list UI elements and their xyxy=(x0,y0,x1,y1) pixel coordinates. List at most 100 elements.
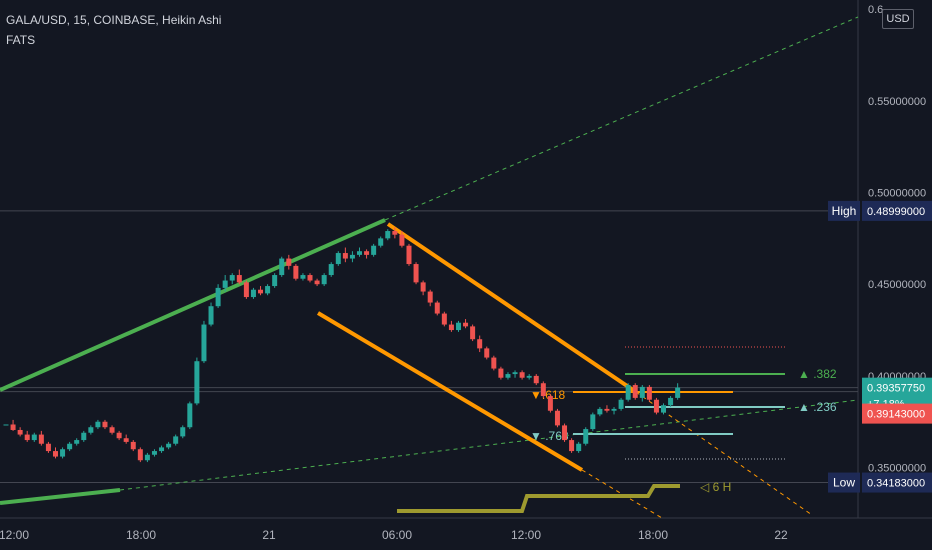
candle-0 xyxy=(3,424,9,426)
candle-body xyxy=(611,408,617,411)
candle-body xyxy=(81,432,87,441)
candle-body xyxy=(632,385,638,398)
candle-body xyxy=(470,326,476,340)
fib-label-618: ▼.618 xyxy=(530,388,566,402)
chart-window: 0.35000000 0.40000000 0.45000000 0.50000000… xyxy=(0,0,932,550)
sell-price-value: 0.39143000 xyxy=(867,409,925,421)
candle-70 xyxy=(498,366,504,380)
high-marker-value: 0.48999000 xyxy=(867,206,925,218)
candle-38 xyxy=(272,273,278,288)
candle-77 xyxy=(547,394,553,413)
y-tick-label-5: 0.6 xyxy=(868,4,883,16)
candle-41 xyxy=(293,264,299,281)
candle-68 xyxy=(484,346,490,360)
candle-92 xyxy=(653,397,659,415)
chart-title[interactable]: GALA/USD, 15, COINBASE, Heikin Ashi xyxy=(6,13,221,27)
x-tick-label-0: 12:00 xyxy=(0,528,29,542)
candle-body xyxy=(385,231,391,239)
candle-body xyxy=(144,454,150,461)
candle-body xyxy=(24,434,30,441)
candle-body xyxy=(413,264,419,283)
candle-body xyxy=(618,399,624,409)
currency-badge[interactable]: USD xyxy=(882,9,914,29)
candle-body xyxy=(3,424,9,426)
candle-body xyxy=(328,264,334,276)
candle-body xyxy=(95,421,101,428)
candle-body xyxy=(187,403,193,428)
candle-body xyxy=(357,251,362,255)
candle-body xyxy=(243,282,249,298)
candle-body xyxy=(448,324,454,331)
candle-body xyxy=(258,289,264,294)
candle-body xyxy=(201,324,207,362)
y-tick-label-4: 0.55000000 xyxy=(868,96,926,108)
candle-body xyxy=(484,348,490,358)
indicator-name[interactable]: FATS xyxy=(6,33,35,47)
candle-body xyxy=(45,443,51,452)
candle-body xyxy=(533,375,539,384)
candle-body xyxy=(31,434,37,441)
candle-body xyxy=(307,275,313,281)
x-tick-label-4: 12:00 xyxy=(511,528,541,542)
candle-89 xyxy=(632,383,638,400)
candle-25 xyxy=(180,425,186,439)
price-chart[interactable]: 0.350000000.400000000.450000000.50000000… xyxy=(0,0,932,550)
candle-66 xyxy=(470,324,476,342)
candle-39 xyxy=(279,256,285,277)
x-tick-label-3: 06:00 xyxy=(382,528,412,542)
candle-body xyxy=(646,386,652,400)
candle-body xyxy=(222,280,228,288)
candle-19 xyxy=(137,447,143,463)
candle-body xyxy=(625,385,631,400)
candle-58 xyxy=(413,262,419,285)
candle-body xyxy=(583,429,589,444)
candle-body xyxy=(554,410,560,426)
candle-body xyxy=(349,254,355,259)
candle-body xyxy=(109,427,115,433)
candle-body xyxy=(399,234,405,246)
candle-80 xyxy=(569,438,575,453)
candle-body xyxy=(569,440,575,452)
candle-body xyxy=(371,245,377,255)
candle-79 xyxy=(562,423,568,442)
candle-88 xyxy=(625,383,631,402)
candle-28 xyxy=(201,320,207,364)
candle-body xyxy=(498,368,504,378)
candle-body xyxy=(519,372,525,378)
candle-body xyxy=(590,414,596,430)
candle-body xyxy=(392,231,398,235)
candle-body xyxy=(463,322,469,327)
candle-26 xyxy=(187,401,193,430)
candle-body xyxy=(250,289,256,298)
candle-body xyxy=(236,275,242,283)
candle-body xyxy=(547,396,553,411)
candle-body xyxy=(194,361,200,404)
candle-body xyxy=(116,432,122,439)
y-tick-label-2: 0.45000000 xyxy=(868,279,926,291)
candle-body xyxy=(420,282,426,292)
candle-body xyxy=(576,443,582,452)
candle-body xyxy=(406,245,412,265)
x-tick-label-5: 18:00 xyxy=(638,528,668,542)
candle-body xyxy=(378,238,384,246)
candle-52 xyxy=(371,243,377,257)
candle-body xyxy=(67,443,73,450)
candle-body xyxy=(661,405,667,413)
candle-body xyxy=(562,425,568,441)
candle-body xyxy=(17,429,23,435)
last-price-value: 0.39357750 xyxy=(867,383,925,395)
high-marker-label: High xyxy=(832,204,857,218)
candle-body xyxy=(123,438,129,442)
candle-body xyxy=(314,280,320,285)
candle-82 xyxy=(583,427,589,446)
candle-34 xyxy=(243,280,249,299)
candle-body xyxy=(293,265,299,279)
candle-47 xyxy=(335,251,341,266)
candle-body xyxy=(215,287,221,307)
fib-label-236: ▲ .236 xyxy=(798,400,837,414)
fib-label-382: ▲ .382 xyxy=(798,367,837,381)
candle-body xyxy=(137,449,143,461)
candle-57 xyxy=(406,243,412,266)
y-tick-label-3: 0.50000000 xyxy=(868,188,926,200)
candle-body xyxy=(102,421,108,428)
